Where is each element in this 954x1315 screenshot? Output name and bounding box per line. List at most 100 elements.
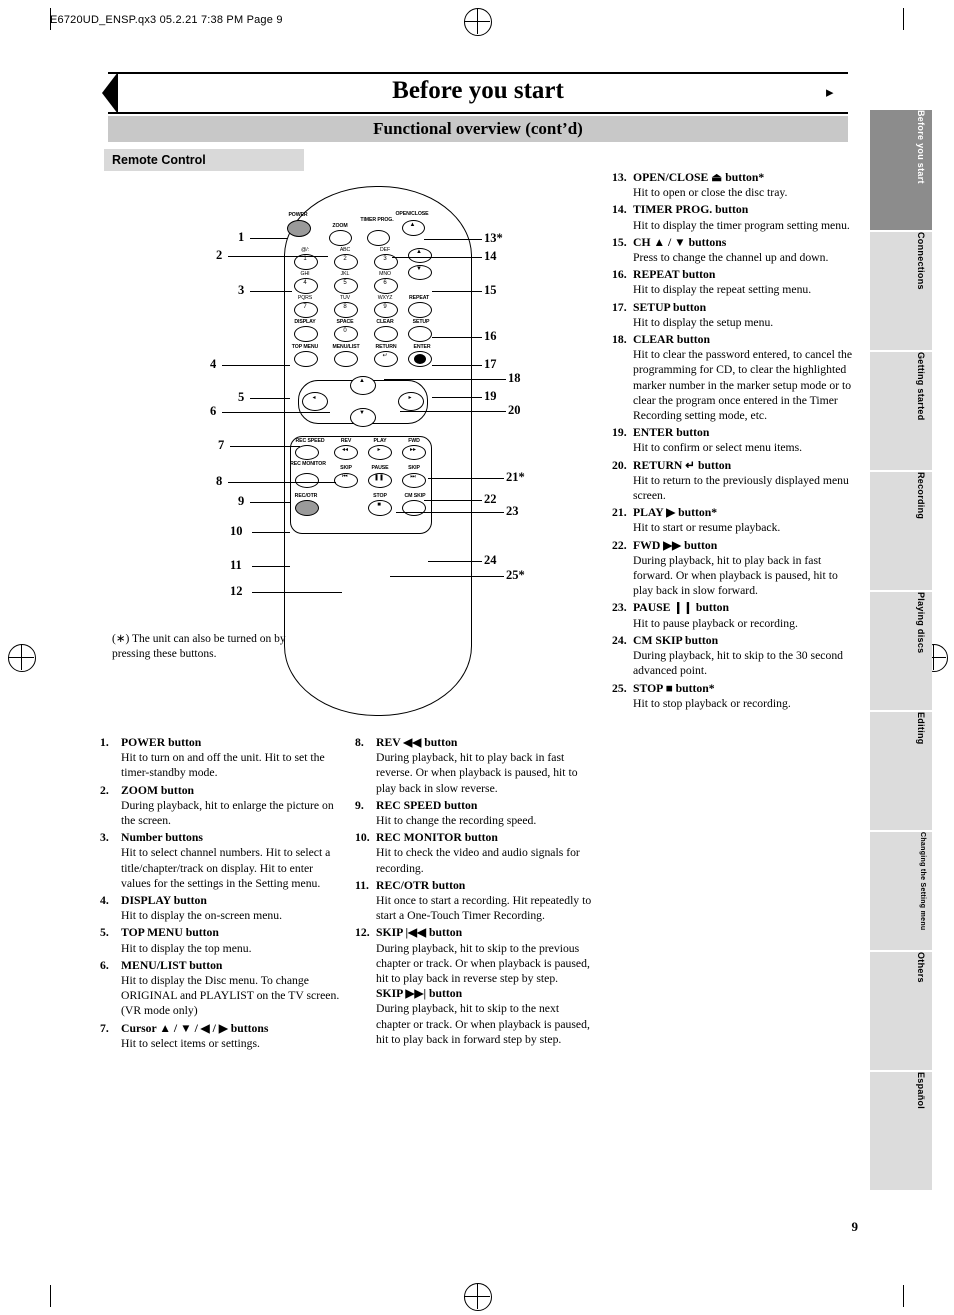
remote-button-menu-list[interactable] (334, 351, 358, 367)
item-title: REC SPEED button (376, 798, 478, 812)
callout-10: 10 (230, 524, 243, 538)
side-tab-recording[interactable]: Recording (870, 472, 932, 590)
remote-button-top-menu[interactable] (294, 351, 318, 367)
item-text: Hit to clear the password entered, to ca… (633, 348, 853, 423)
item-title: REV ◀◀ button (376, 736, 458, 749)
registration-cross-left-h (8, 657, 34, 658)
remote-button-rec-otr[interactable] (295, 500, 319, 516)
remote-key-8-label: 8 (343, 304, 347, 310)
item-number: 10. (355, 831, 370, 845)
remote-button-timer-prog[interactable] (367, 230, 390, 246)
side-tab-getting-started[interactable]: Getting started (870, 352, 932, 470)
callout-6-leader (222, 412, 330, 413)
remote-key-5-label: 5 (343, 280, 347, 286)
registration-circle-bottom (464, 1283, 492, 1311)
remote-label-rec-monitor: REC MONITOR (290, 461, 326, 467)
callout-23-leader (396, 512, 504, 513)
callout-5-leader (250, 398, 290, 399)
item-title: TOP MENU button (121, 926, 219, 940)
side-tab-editing[interactable]: Editing (870, 712, 932, 830)
remote-button-clear[interactable] (374, 326, 398, 342)
remote-key-6-label: 6 (383, 280, 387, 286)
side-tab-changing-setting-menu[interactable]: Changing the Setting menu (870, 832, 932, 950)
list-item: 12. SKIP |◀◀ button During playback, hit t… (355, 925, 595, 1047)
side-tab-label: Others (916, 952, 926, 983)
remote-key-0-label: 0 (343, 328, 347, 334)
description-column-3: 13. OPEN/CLOSE ⏏ button* Hit to open or cl… (612, 170, 857, 713)
remote-button-cm-skip[interactable] (402, 500, 426, 516)
remote-label-zoom: ZOOM (332, 223, 348, 229)
item-text: Press to change the channel up and down. (633, 251, 829, 265)
remote-label-key5: JKL (340, 271, 350, 277)
item-title: TIMER PROG. button (633, 203, 749, 217)
registration-circle-left (8, 644, 36, 672)
item-title-2: SKIP ▶▶| button (376, 987, 463, 1001)
side-tab-strip: Before you start Connections Getting sta… (870, 110, 932, 1192)
item-number: 21. (612, 506, 627, 520)
item-number: 15. (612, 235, 627, 249)
item-text: Hit to display the repeat setting menu. (633, 283, 812, 297)
item-text: Hit to start or resume playback. (633, 521, 781, 535)
callout-5: 5 (238, 390, 245, 404)
callout-18-leader (384, 379, 506, 380)
remote-label-pause: PAUSE (371, 465, 389, 471)
remote-button-power[interactable] (287, 220, 311, 237)
remote-button-repeat[interactable] (408, 302, 432, 318)
callout-21: 21* (506, 470, 525, 484)
remote-key-7-label: 7 (303, 304, 307, 310)
item-text: Hit to select channel numbers. Hit to se… (121, 846, 331, 890)
side-tab-label: Español (916, 1072, 926, 1110)
remote-button-setup[interactable] (408, 326, 432, 342)
remote-control-heading-label: Remote Control (112, 153, 206, 167)
page: E6720UD_ENSP.qx3 05.2.21 7:38 PM Page 9 … (0, 0, 954, 1315)
item-text: Hit to confirm or select menu items. (633, 441, 803, 455)
item-number: 5. (100, 926, 109, 940)
list-item: 8. REV ◀◀ button During playback, hit to p… (355, 735, 595, 796)
item-text: During playback, hit to play back in fas… (633, 553, 838, 598)
item-number: 25. (612, 681, 627, 695)
callout-3: 3 (238, 283, 245, 297)
remote-button-display[interactable] (294, 326, 318, 342)
side-tab-label: Changing the Setting menu (919, 832, 926, 931)
side-tab-espanol[interactable]: Español (870, 1072, 932, 1190)
item-text: Hit to stop playback or recording. (633, 696, 791, 710)
remote-button-rec-monitor[interactable] (295, 473, 319, 488)
callout-20: 20 (508, 403, 521, 417)
remote-label-rec-otr: REC/OTR (294, 493, 318, 499)
remote-label-display: DISPLAY (294, 319, 316, 325)
description-column-2: 8. REV ◀◀ button During playback, hit to p… (355, 735, 595, 1049)
side-tab-others[interactable]: Others (870, 952, 932, 1070)
remote-label-key9: WXYZ (377, 295, 393, 301)
callout-9-leader (250, 502, 290, 503)
item-title: PLAY ▶ button* (633, 506, 718, 520)
callout-23: 23 (506, 504, 519, 518)
item-number: 20. (612, 458, 627, 472)
remote-button-rec-speed[interactable] (295, 445, 319, 460)
side-tab-playing-discs[interactable]: Playing discs (870, 592, 932, 710)
remote-label-skip-right: SKIP (408, 465, 420, 471)
item-title: OPEN/CLOSE ⏏ button* (633, 171, 765, 184)
side-tab-connections[interactable]: Connections (870, 232, 932, 350)
list-item: 3. Number buttons Hit to select channel nu… (100, 830, 340, 891)
list-item: 10. REC MONITOR button Hit to check the vi… (355, 830, 595, 876)
item-title: FWD ▶▶ button (633, 538, 718, 552)
callout-3-leader (250, 291, 292, 292)
remote-label-rec-speed: REC SPEED (295, 438, 325, 444)
remote-label-space: SPACE (336, 319, 354, 325)
list-item: 25. STOP ■ button* Hit to stop playback or… (612, 681, 857, 711)
remote-button-zoom[interactable] (329, 230, 352, 246)
item-number: 22. (612, 538, 627, 552)
return-arrow-icon: ↵ (382, 353, 388, 359)
callout-7-leader (230, 446, 300, 447)
item-title: ENTER button (633, 426, 710, 440)
list-item: 21. PLAY ▶ button* Hit to start or resume … (612, 505, 857, 535)
callout-4-leader (222, 365, 290, 366)
callout-1-leader (250, 238, 288, 239)
callout-1: 1 (238, 230, 245, 244)
crop-mark-top-right (903, 8, 904, 30)
registration-cross-top-h (464, 21, 490, 22)
item-number: 23. (612, 601, 627, 615)
side-tab-before-you-start[interactable]: Before you start (870, 110, 932, 230)
item-number: 12. (355, 926, 370, 940)
remote-label-return: RETURN (375, 344, 397, 350)
